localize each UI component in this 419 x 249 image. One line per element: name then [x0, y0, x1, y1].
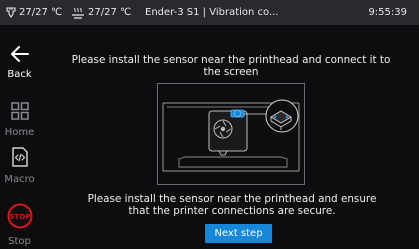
printer-title: Ender-3 S1 | Vibration co...: [145, 7, 279, 18]
instruction-bottom: Please install the sensor near the print…: [87, 193, 377, 217]
main-panel: Please install the sensor near the print…: [39, 25, 419, 249]
bed-temp: 27/27 ℃: [88, 7, 132, 18]
bed-temp-status[interactable]: 27/27 ℃: [71, 0, 131, 25]
home-label: Home: [4, 127, 35, 138]
home-grid-icon: [10, 102, 29, 124]
heated-bed-icon: [71, 7, 85, 19]
nozzle-temp-status[interactable]: 27/27 ℃: [6, 0, 62, 25]
instruction-top: Please install the sensor near the print…: [71, 54, 391, 78]
nozzle-temp: 27/27 ℃: [19, 7, 63, 18]
back-label: Back: [7, 69, 32, 80]
back-arrow-icon: [10, 46, 29, 66]
macro-label: Macro: [4, 174, 35, 185]
svg-text:STOP: STOP: [9, 213, 30, 221]
status-bar: 27/27 ℃ 27/27 ℃ Ender-3 S1 | Vibration c…: [0, 0, 419, 25]
sensor-printhead-illustration: [157, 83, 305, 189]
home-button[interactable]: Home: [0, 102, 39, 138]
stop-label: Stop: [8, 236, 31, 247]
macro-code-icon: [11, 147, 29, 171]
back-button[interactable]: Back: [0, 46, 39, 80]
nozzle-icon: [6, 6, 16, 19]
clock: 9:55:39: [368, 7, 407, 18]
stop-button[interactable]: STOP Stop: [0, 203, 39, 247]
stop-icon: STOP: [7, 203, 33, 233]
macro-button[interactable]: Macro: [0, 147, 39, 185]
next-step-button[interactable]: Next step: [205, 224, 272, 243]
sidebar: Back Home Macro STOP Stop: [0, 25, 39, 249]
